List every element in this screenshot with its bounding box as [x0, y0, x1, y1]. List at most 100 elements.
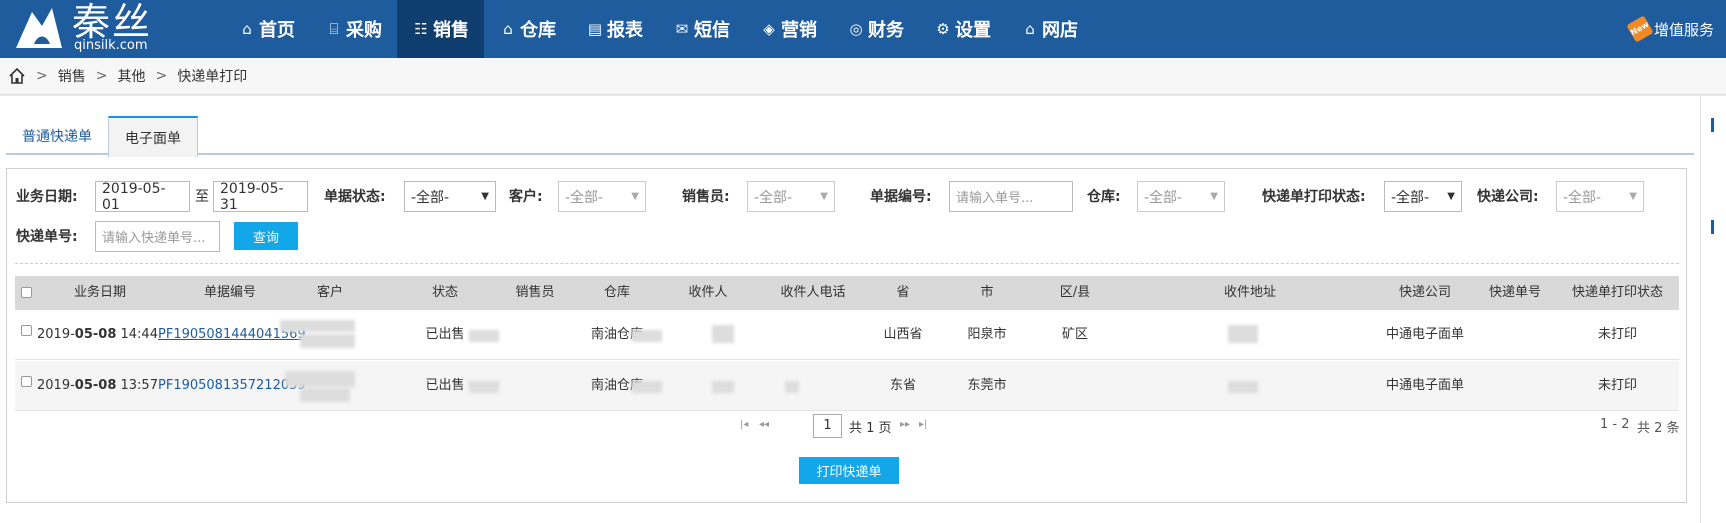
col-header: 快递单号	[1488, 285, 1541, 300]
row-status: 已出售	[425, 378, 465, 393]
col-header: 收件人	[688, 285, 728, 300]
row-district	[1040, 361, 1110, 411]
content-box: 业务日期: 2019-05-01 至 2019-05-31 单据状态: -全部-…	[6, 168, 1687, 503]
redacted-recipient	[632, 381, 662, 393]
report-icon: ▤	[587, 20, 603, 38]
warehouse-icon: ⌂	[503, 20, 513, 38]
row-status: 已出售	[425, 327, 465, 342]
top-nav-bar: 秦丝 qinsilk.com ⌂ 首页 ⌸ 采购 ☷ 销售 ⌂ 仓库 ▤ 报表 ✉ 短信 ◈ 营销 ◎ 财务 ⚙…	[0, 0, 1726, 58]
doc-no-label: 单据编号:	[870, 189, 932, 205]
col-header: 市	[980, 285, 994, 300]
last-page-icon[interactable]: ▸|	[919, 419, 927, 430]
seller-select-value: -全部-	[754, 189, 793, 206]
tag-icon: ◈	[763, 20, 775, 38]
chevron-down-icon: ▼	[1210, 191, 1218, 202]
store-icon: ⌸	[329, 20, 339, 38]
home-icon: ⌂	[242, 20, 252, 38]
select-all-checkbox[interactable]	[21, 287, 32, 298]
row-date: 2019-05-08 14:44	[37, 327, 158, 342]
table-row[interactable]: 2019-05-08 13:57 PF1905081357212059 已出售 …	[15, 361, 1679, 411]
row-checkbox[interactable]	[21, 376, 32, 387]
table-row[interactable]: 2019-05-08 14:44 PF1905081444041569 已出售 …	[15, 310, 1679, 360]
nav-item[interactable]: ⌂ 仓库	[484, 0, 571, 58]
pagination: |◂ ◂◂ 1 共 1 页 ▸▸ ▸| 1 - 2 共 2 条	[7, 414, 1688, 438]
warehouse-select-value: -全部-	[1144, 189, 1183, 206]
breadcrumb-item-express-print: 快递单打印	[177, 69, 248, 85]
nav-item[interactable]: ⌂ 网店	[1006, 0, 1093, 58]
status-select[interactable]: -全部- ▼	[404, 181, 496, 212]
row-print-status: 未打印	[1597, 378, 1637, 393]
row-date: 2019-05-08 13:57	[37, 378, 158, 393]
nav-item[interactable]: ☷ 销售	[397, 0, 484, 58]
row-province: 东省	[889, 378, 916, 393]
redacted-customer	[285, 371, 355, 387]
express-no-label: 快递单号:	[16, 229, 78, 245]
nav-item[interactable]: ⌸ 采购	[310, 0, 397, 58]
breadcrumb-sep: >	[95, 68, 108, 84]
col-header: 状态	[431, 285, 458, 300]
side-marker	[1711, 118, 1714, 132]
express-company-label: 快递公司:	[1477, 189, 1539, 205]
row-province: 山西省	[883, 327, 923, 342]
redacted-seller	[469, 381, 499, 393]
page-number-input[interactable]: 1	[813, 414, 842, 438]
home-icon[interactable]	[8, 67, 26, 85]
nav-item-label: 报表	[607, 20, 643, 41]
breadcrumb-item-other[interactable]: 其他	[117, 66, 145, 86]
express-company-select[interactable]: -全部- ▼	[1556, 181, 1644, 212]
print-status-select[interactable]: -全部- ▼	[1384, 181, 1462, 212]
redacted-province	[785, 381, 799, 393]
nav-item[interactable]: ⚙ 设置	[919, 0, 1006, 58]
finance-icon: ◎	[849, 20, 863, 38]
tab-electronic-waybill[interactable]: 电子面单	[108, 116, 198, 157]
nav-item[interactable]: ✉ 短信	[658, 0, 745, 58]
breadcrumb: > 销售 > 其他 > 快递单打印	[0, 58, 1726, 95]
nav-item-label: 财务	[868, 20, 904, 41]
customer-select[interactable]: -全部- ▼	[558, 181, 646, 212]
chevron-down-icon: ▼	[481, 191, 489, 202]
col-header: 客户	[316, 285, 343, 300]
row-express-no	[1475, 361, 1555, 411]
mail-icon: ✉	[675, 20, 689, 38]
page-range-text: 1 - 2	[1600, 417, 1630, 432]
total-pages-text: 共 1 页	[849, 421, 892, 436]
brand-domain: qinsilk.com	[74, 38, 148, 53]
row-doc-no-link[interactable]: PF1905081444041569	[158, 310, 306, 360]
warehouse-select[interactable]: -全部- ▼	[1137, 181, 1225, 212]
date-range-sep: 至	[195, 189, 209, 205]
nav-item[interactable]: ◎ 财务	[832, 0, 919, 58]
col-header: 快递公司	[1398, 285, 1451, 300]
date-from-input[interactable]: 2019-05-01	[95, 181, 190, 213]
redacted-customer	[280, 320, 355, 332]
col-header: 收件地址	[1223, 285, 1276, 300]
express-no-input[interactable]: 请输入快递单号...	[95, 221, 220, 252]
nav-item[interactable]: ▤ 报表	[571, 0, 658, 58]
value-added-services-link[interactable]: New 增值服务	[1626, 0, 1714, 58]
print-status-select-value: -全部-	[1391, 189, 1430, 206]
breadcrumb-item-sales[interactable]: 销售	[58, 66, 86, 86]
row-express-no	[1475, 310, 1555, 360]
side-panel-strip	[1700, 96, 1726, 523]
tab-normal-express[interactable]: 普通快递单	[6, 116, 108, 155]
query-button[interactable]: 查询	[234, 222, 298, 250]
value-added-label: 增值服务	[1653, 20, 1714, 39]
redacted-seller	[469, 330, 499, 342]
col-header: 业务日期	[73, 285, 126, 300]
table-header: 业务日期 单据编号 客户 状态 销售员 仓库 收件人 收件人电话 省 市 区/县…	[15, 276, 1679, 310]
next-page-icon[interactable]: ▸▸	[900, 419, 910, 430]
redacted-recipient	[632, 330, 662, 342]
row-express-company: 中通电子面单	[1385, 378, 1464, 393]
prev-page-icon[interactable]: ◂◂	[759, 419, 769, 430]
doc-no-input[interactable]: 请输入单号...	[949, 181, 1073, 212]
row-doc-no-link[interactable]: PF1905081357212059	[158, 361, 306, 411]
breadcrumb-sep: >	[36, 68, 48, 84]
date-to-input[interactable]: 2019-05-31	[213, 181, 308, 213]
first-page-icon[interactable]: |◂	[740, 419, 748, 430]
nav-item[interactable]: ⌂ 首页	[223, 0, 310, 58]
nav-item[interactable]: ◈ 营销	[745, 0, 832, 58]
row-express-company: 中通电子面单	[1385, 327, 1464, 342]
seller-select[interactable]: -全部- ▼	[747, 181, 835, 212]
print-waybill-button[interactable]: 打印快递单	[799, 457, 899, 484]
row-checkbox[interactable]	[21, 325, 32, 336]
brand-logo[interactable]: 秦丝 qinsilk.com	[8, 0, 153, 58]
